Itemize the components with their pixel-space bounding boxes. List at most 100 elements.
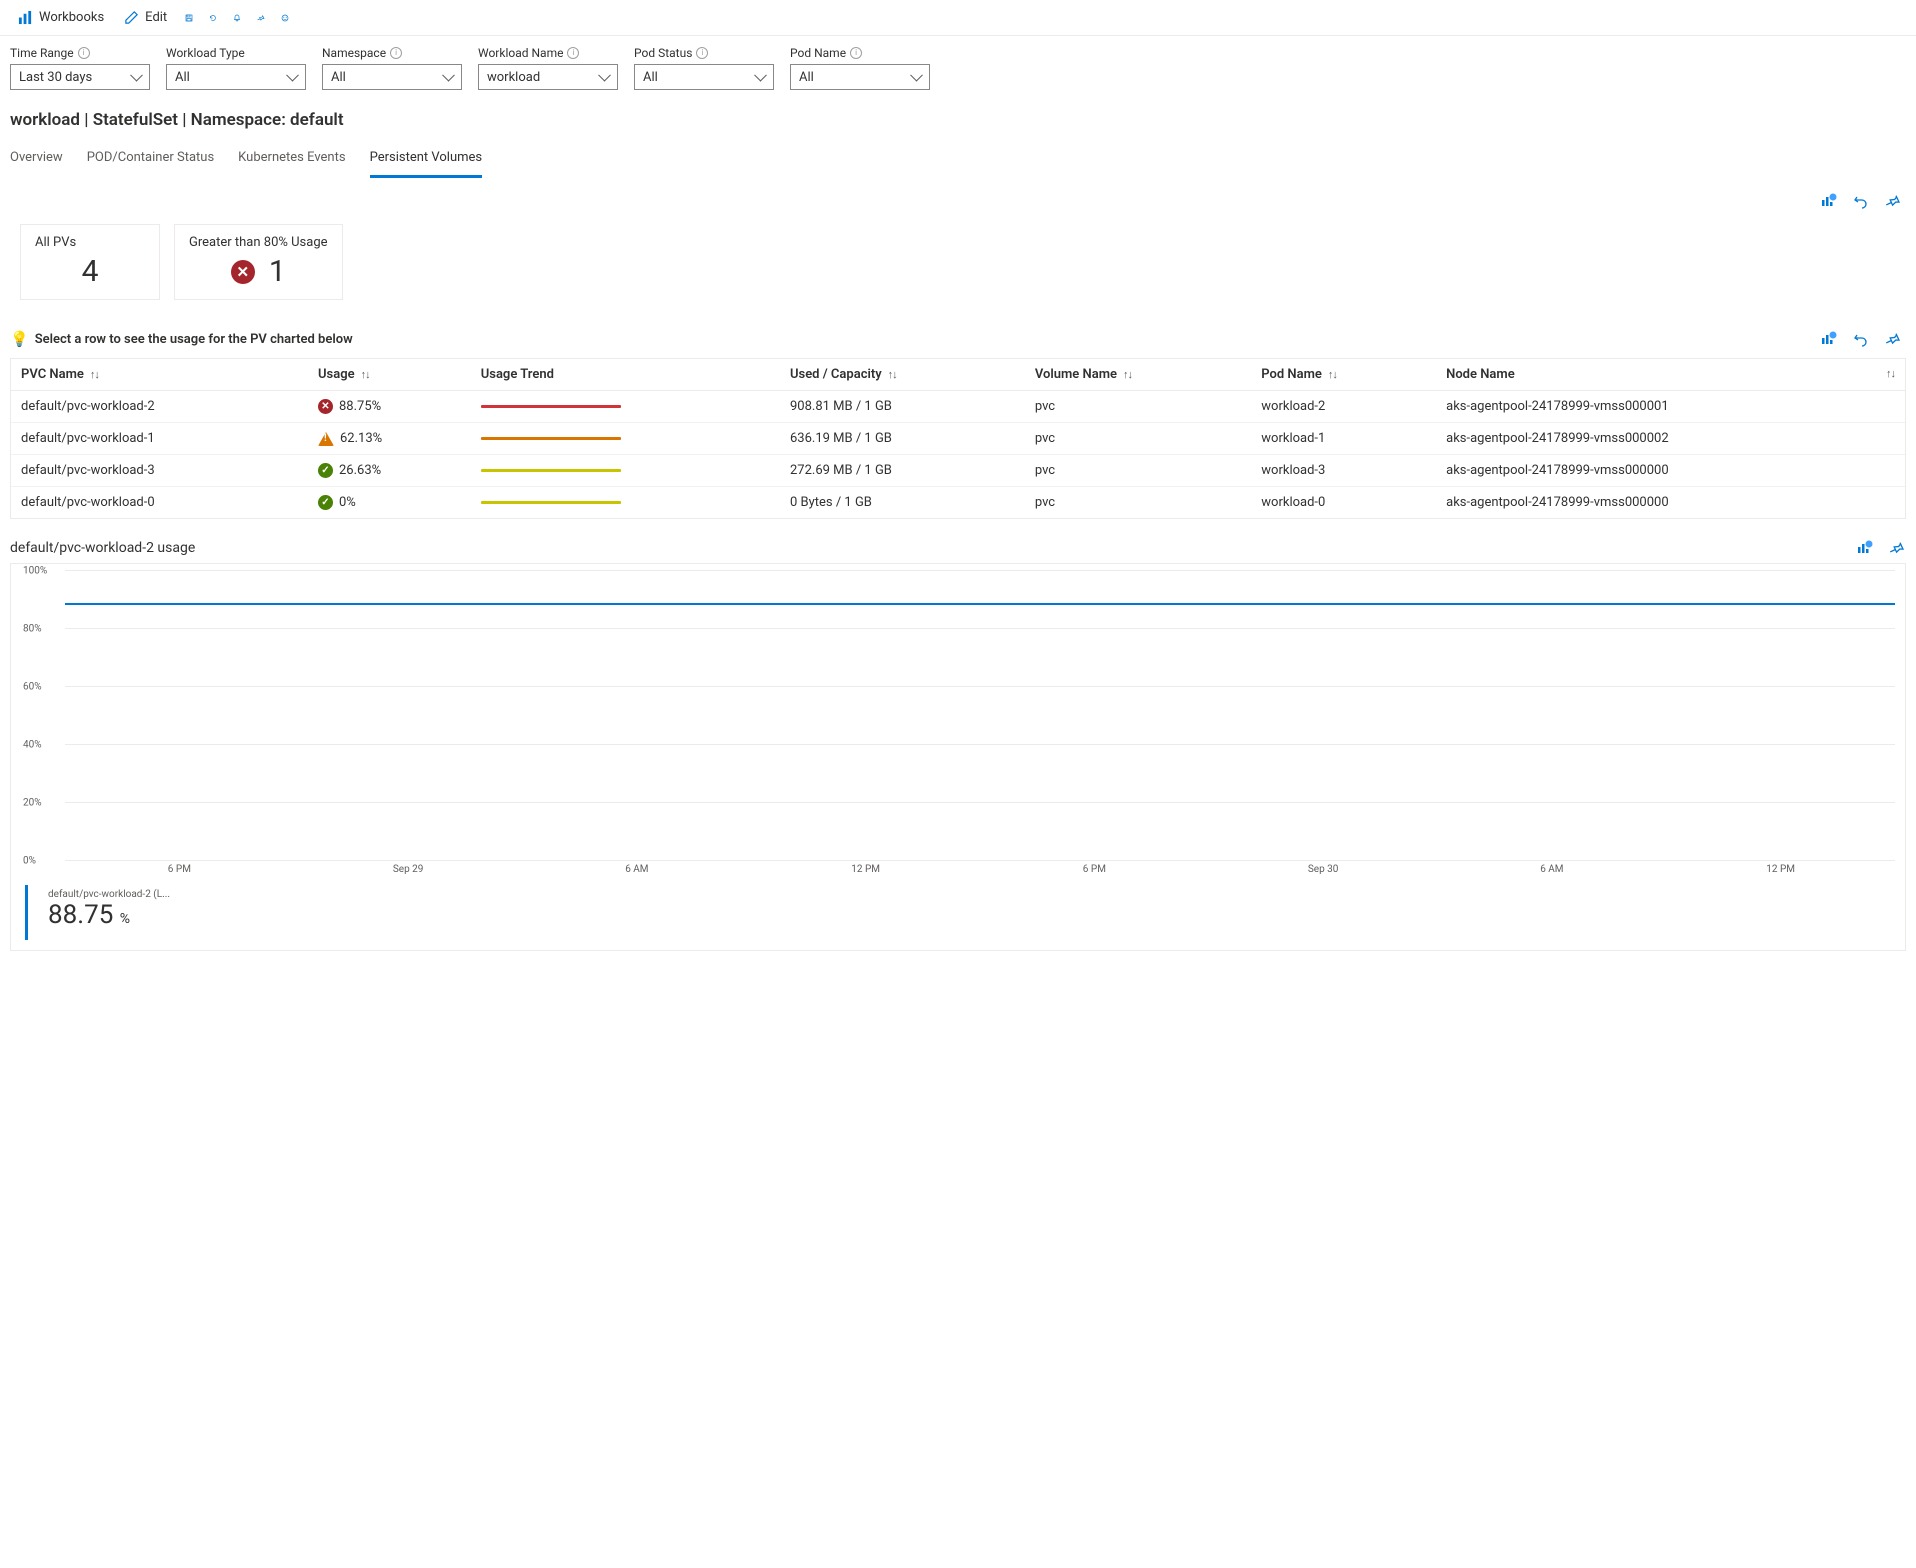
y-axis-label: 100%	[23, 566, 47, 577]
legend-series-value: 88.75 %	[48, 900, 170, 930]
tab-kubernetes-events[interactable]: Kubernetes Events	[238, 144, 345, 178]
legend-series-name: default/pvc-workload-2 (L...	[48, 889, 170, 900]
cell-used-capacity: 272.69 MB / 1 GB	[780, 455, 1025, 487]
filter-pod-name: Pod Namei All	[790, 46, 930, 90]
card-all-pvs[interactable]: All PVs 4	[20, 224, 160, 300]
x-axis-label: 6 PM	[65, 864, 294, 875]
namespace-select[interactable]: All	[322, 64, 462, 90]
sort-icon: ↑↓	[1328, 368, 1337, 381]
cell-pvc-name: default/pvc-workload-3	[11, 455, 308, 487]
table-row[interactable]: default/pvc-workload-0✓0%0 Bytes / 1 GBp…	[11, 487, 1905, 519]
table-header-row: PVC Name↑↓ Usage↑↓ Usage Trend Used / Ca…	[11, 359, 1905, 391]
log-analytics-icon[interactable]	[1856, 539, 1874, 557]
y-axis-label: 0%	[23, 856, 36, 867]
col-pod-name[interactable]: Pod Name↑↓	[1251, 359, 1436, 391]
x-axis-label: Sep 29	[294, 864, 523, 875]
lightbulb-icon: 💡	[10, 330, 29, 348]
cell-usage: 62.13%	[308, 423, 471, 455]
cell-usage: ✓26.63%	[308, 455, 471, 487]
page-title: workload | StatefulSet | Namespace: defa…	[0, 96, 1916, 134]
cell-volume-name: pvc	[1025, 391, 1251, 423]
info-icon: i	[567, 47, 579, 59]
help-icon[interactable]	[275, 8, 295, 28]
cell-usage-trend	[471, 487, 780, 519]
info-icon: i	[78, 47, 90, 59]
col-used-capacity[interactable]: Used / Capacity↑↓	[780, 359, 1025, 391]
alert-icon[interactable]	[227, 8, 247, 28]
grid-line: 20%	[65, 802, 1895, 803]
error-icon: ✕	[318, 399, 333, 414]
card-gt80-usage[interactable]: Greater than 80% Usage ✕ 1	[174, 224, 343, 300]
workbooks-button[interactable]: Workbooks	[10, 6, 112, 29]
filter-label: Workload Namei	[478, 46, 618, 60]
filter-label: Time Rangei	[10, 46, 150, 60]
sparkline	[481, 405, 621, 408]
refresh-icon[interactable]	[203, 8, 223, 28]
cell-used-capacity: 0 Bytes / 1 GB	[780, 487, 1025, 519]
table-row[interactable]: default/pvc-workload-3✓26.63% 272.69 MB /…	[11, 455, 1905, 487]
top-toolbar: Workbooks Edit	[0, 0, 1916, 36]
pin-icon[interactable]	[1884, 192, 1902, 210]
cell-pvc-name: default/pvc-workload-2	[11, 391, 308, 423]
workload-type-select[interactable]: All	[166, 64, 306, 90]
tab-overview[interactable]: Overview	[10, 144, 63, 178]
pin-icon[interactable]	[1884, 330, 1902, 348]
cell-pod-name: workload-2	[1251, 391, 1436, 423]
col-volume-name[interactable]: Volume Name↑↓	[1025, 359, 1251, 391]
workload-name-select[interactable]: workload	[478, 64, 618, 90]
tab-pod-container-status[interactable]: POD/Container Status	[87, 144, 214, 178]
undo-icon[interactable]	[1852, 192, 1870, 210]
data-line	[65, 603, 1895, 605]
info-icon: i	[696, 47, 708, 59]
cell-node-name: aks-agentpool-24178999-vmss000001	[1436, 391, 1905, 423]
x-axis-label: 6 PM	[980, 864, 1209, 875]
pin-icon[interactable]	[251, 8, 271, 28]
y-axis-label: 20%	[23, 798, 42, 809]
pv-table: PVC Name↑↓ Usage↑↓ Usage Trend Used / Ca…	[10, 358, 1906, 519]
x-axis-label: 12 PM	[751, 864, 980, 875]
cell-usage-trend	[471, 455, 780, 487]
pod-name-select[interactable]: All	[790, 64, 930, 90]
sort-icon: ↑↓	[888, 368, 897, 381]
table-row[interactable]: default/pvc-workload-2✕88.75% 908.81 MB /…	[11, 391, 1905, 423]
cell-usage: ✕88.75%	[308, 391, 471, 423]
cell-pod-name: workload-3	[1251, 455, 1436, 487]
cell-pod-name: workload-0	[1251, 487, 1436, 519]
cell-usage-trend	[471, 423, 780, 455]
col-usage-trend[interactable]: Usage Trend	[471, 359, 780, 391]
tab-persistent-volumes[interactable]: Persistent Volumes	[370, 144, 483, 178]
warning-icon	[318, 432, 334, 446]
undo-icon[interactable]	[1852, 330, 1870, 348]
success-icon: ✓	[318, 463, 333, 478]
cell-used-capacity: 908.81 MB / 1 GB	[780, 391, 1025, 423]
col-node-name[interactable]: Node Name↑↓	[1436, 359, 1905, 391]
grid-line: 60%	[65, 686, 1895, 687]
log-analytics-icon[interactable]	[1820, 192, 1838, 210]
sort-icon: ↑↓	[90, 368, 99, 381]
table-row[interactable]: default/pvc-workload-162.13%636.19 MB / …	[11, 423, 1905, 455]
col-pvc-name[interactable]: PVC Name↑↓	[11, 359, 308, 391]
chart-area[interactable]: 100%80%60%40%20%0%	[65, 570, 1895, 860]
workbooks-label: Workbooks	[39, 10, 104, 25]
cell-volume-name: pvc	[1025, 423, 1251, 455]
pod-status-select[interactable]: All	[634, 64, 774, 90]
pin-icon[interactable]	[1888, 539, 1906, 557]
cell-used-capacity: 636.19 MB / 1 GB	[780, 423, 1025, 455]
cell-node-name: aks-agentpool-24178999-vmss000000	[1436, 487, 1905, 519]
sparkline	[481, 469, 621, 472]
filter-label: Workload Type	[166, 46, 306, 60]
col-usage[interactable]: Usage↑↓	[308, 359, 471, 391]
filter-workload-type: Workload Type All	[166, 46, 306, 90]
edit-button[interactable]: Edit	[116, 6, 175, 29]
grid-line: 100%	[65, 570, 1895, 571]
success-icon: ✓	[318, 495, 333, 510]
card-label: All PVs	[35, 235, 145, 250]
save-icon[interactable]	[179, 8, 199, 28]
log-analytics-icon[interactable]	[1820, 330, 1838, 348]
chart-section: default/pvc-workload-2 usage 100%80%60%4…	[0, 519, 1916, 961]
section-actions	[0, 178, 1916, 210]
time-range-select[interactable]: Last 30 days	[10, 64, 150, 90]
filter-time-range: Time Rangei Last 30 days	[10, 46, 150, 90]
grid-line: 0%	[65, 860, 1895, 861]
error-icon: ✕	[231, 260, 255, 284]
